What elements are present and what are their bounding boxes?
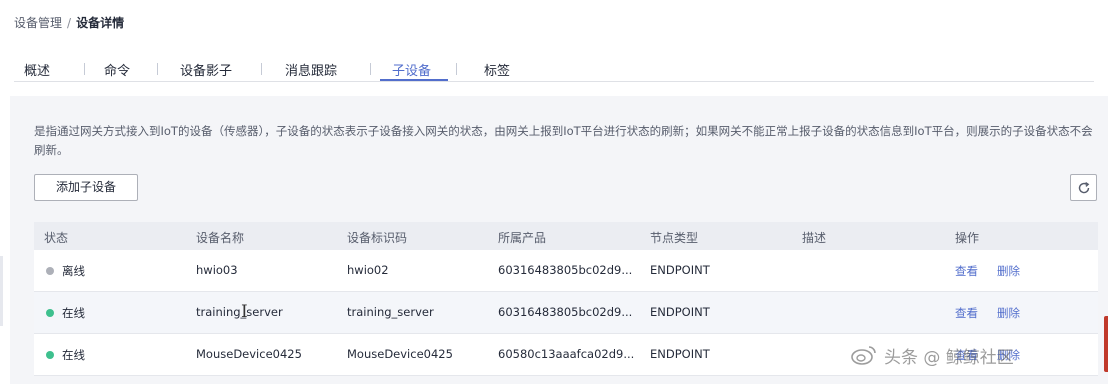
tab-tags[interactable]: 标签 bbox=[484, 60, 510, 79]
tab-device-shadow[interactable]: 设备影子 bbox=[180, 60, 232, 79]
table-row: 在线 training_server I training_server 603… bbox=[34, 292, 1098, 334]
delete-link[interactable]: 删除 bbox=[997, 305, 1020, 321]
tab-divider bbox=[261, 63, 262, 75]
column-header-device-name: 设备名称 bbox=[196, 231, 245, 245]
device-identifier: hwio02 bbox=[347, 263, 389, 277]
column-header-status: 状态 bbox=[44, 231, 69, 245]
status-text: 在线 bbox=[62, 348, 85, 362]
breadcrumb-separator: / bbox=[67, 16, 72, 30]
tab-commands[interactable]: 命令 bbox=[104, 60, 130, 79]
tab-divider bbox=[456, 63, 457, 75]
device-identifier: training_server bbox=[347, 305, 434, 319]
node-type: ENDPOINT bbox=[650, 347, 710, 361]
device-name: hwio03 bbox=[196, 263, 238, 277]
add-child-device-button[interactable]: 添加子设备 bbox=[34, 174, 138, 201]
column-header-description: 描述 bbox=[802, 231, 827, 245]
node-type: ENDPOINT bbox=[650, 305, 710, 319]
tab-bar: 概述 命令 设备影子 消息跟踪 子设备 标签 bbox=[14, 56, 1094, 82]
tab-divider bbox=[157, 63, 158, 75]
watermark-text: 头条 @ 鲸鲸社区 bbox=[884, 347, 1014, 368]
delete-link[interactable]: 删除 bbox=[997, 263, 1020, 279]
breadcrumb-parent[interactable]: 设备管理 bbox=[14, 16, 62, 30]
tab-divider bbox=[370, 63, 371, 75]
status-text: 在线 bbox=[62, 306, 85, 320]
device-identifier: MouseDevice0425 bbox=[347, 347, 453, 361]
refresh-icon bbox=[1078, 181, 1089, 193]
column-header-actions: 操作 bbox=[955, 231, 980, 245]
status-dot-online bbox=[46, 351, 54, 359]
product-id: 60580c13aaafca02d9... bbox=[498, 347, 635, 361]
tab-divider bbox=[84, 63, 85, 75]
product-id: 60316483805bc02d9... bbox=[498, 305, 633, 319]
column-header-product: 所属产品 bbox=[498, 231, 547, 245]
weibo-logo-icon bbox=[851, 346, 876, 365]
view-link[interactable]: 查看 bbox=[955, 305, 978, 321]
device-name: MouseDevice0425 bbox=[196, 347, 302, 361]
side-panel-edge bbox=[0, 256, 3, 326]
product-id: 60316483805bc02d9... bbox=[498, 263, 633, 277]
refresh-button[interactable] bbox=[1070, 174, 1097, 201]
column-header-node-type: 节点类型 bbox=[650, 231, 699, 245]
device-name: training_server bbox=[196, 305, 283, 319]
scrollbar-edge[interactable] bbox=[1104, 316, 1108, 372]
table-row: 离线 hwio03 hwio02 60316483805bc02d9... EN… bbox=[34, 250, 1098, 292]
text-cursor-icon: I bbox=[241, 302, 248, 322]
status-dot-online bbox=[46, 309, 54, 317]
breadcrumb: 设备管理 / 设备详情 bbox=[14, 14, 124, 31]
view-link[interactable]: 查看 bbox=[955, 263, 978, 279]
breadcrumb-current: 设备详情 bbox=[76, 16, 125, 30]
status-dot-offline bbox=[46, 267, 54, 275]
status-text: 离线 bbox=[62, 264, 85, 278]
node-type: ENDPOINT bbox=[650, 263, 710, 277]
column-header-device-id: 设备标识码 bbox=[347, 231, 408, 245]
tab-message-trace[interactable]: 消息跟踪 bbox=[285, 60, 337, 79]
tab-child-devices[interactable]: 子设备 bbox=[392, 60, 431, 79]
active-tab-indicator bbox=[380, 79, 448, 81]
child-devices-description: 是指通过网关方式接入到IoT的设备（传感器），子设备的状态表示子设备接入网关的状… bbox=[34, 124, 1093, 157]
tab-overview[interactable]: 概述 bbox=[24, 60, 50, 79]
watermark: 头条 @ 鲸鲸社区 bbox=[850, 340, 1014, 370]
table-header: 状态 设备名称 设备标识码 所属产品 节点类型 描述 操作 bbox=[34, 222, 1098, 250]
